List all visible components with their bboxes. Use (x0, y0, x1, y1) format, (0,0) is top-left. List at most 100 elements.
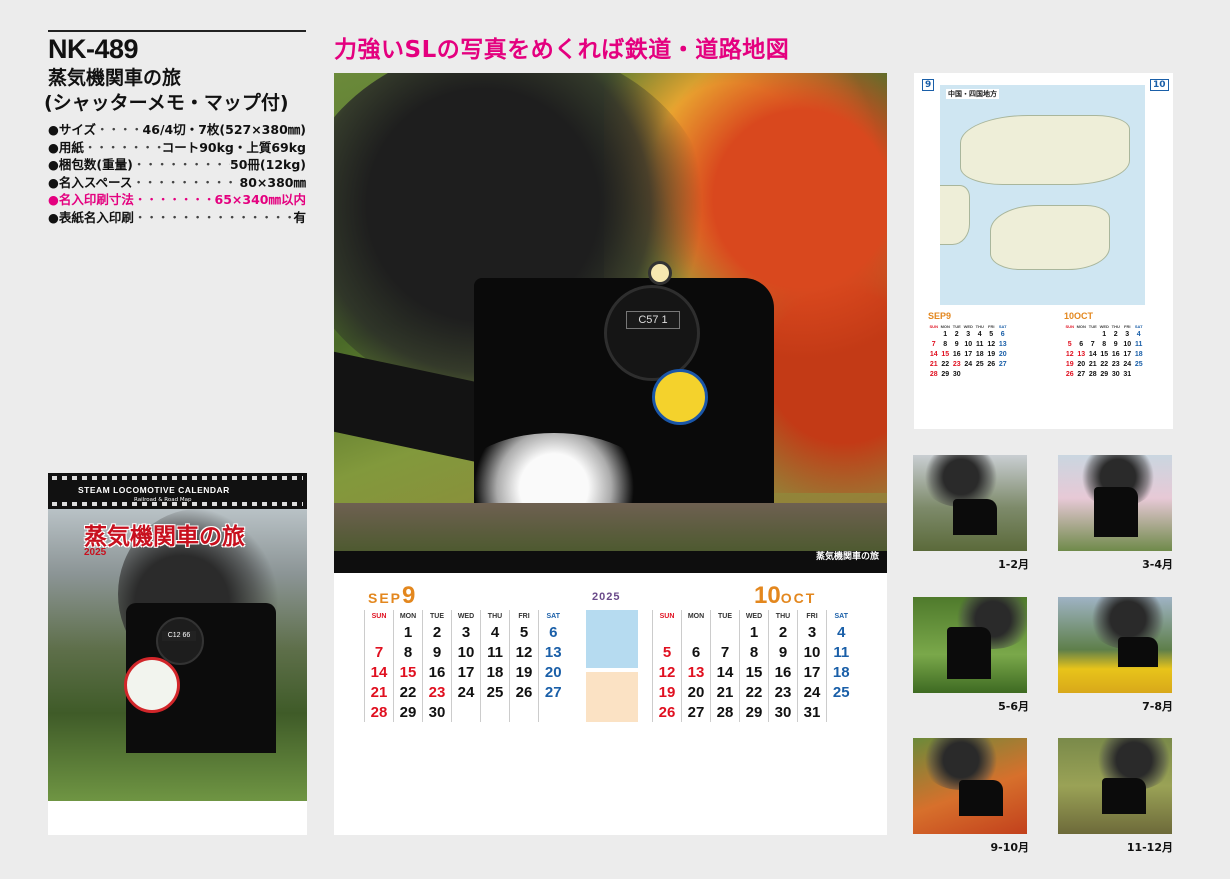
thumbnail-5-6[interactable] (913, 597, 1027, 693)
thumbnail-3-4[interactable] (1058, 455, 1172, 551)
day-cell: 30 (768, 702, 798, 722)
weekday-header: THU (480, 610, 510, 622)
film-holes-top (52, 476, 303, 480)
weekday-header: SUN (652, 610, 682, 622)
day-cell (538, 702, 568, 722)
day-cell: 22 (393, 682, 423, 702)
month-grid-oct: SUN MON TUE WED THU FRI SAT 1 2 3 4 5 6 7 8 9 10 11 12 13 1… (652, 610, 856, 722)
week-row: 123456 (364, 622, 568, 642)
spec-row-name-space: ●名入スペース・・・・・・・・・・・・・・・・・・・・・・・・80×380㎜ (48, 174, 306, 190)
main-photo: C57 1 (334, 73, 887, 551)
day-cell: 30 (422, 702, 452, 722)
map-land-shikoku (990, 205, 1110, 270)
day-cell: 7 (364, 642, 394, 662)
day-cell: 23 (768, 682, 798, 702)
weekday-header: MON (393, 610, 423, 622)
cover-boiler-front (156, 617, 204, 665)
day-cell: 2 (768, 622, 798, 642)
day-cell (480, 702, 510, 722)
cover-number-plate: C12 66 (162, 631, 196, 641)
spec-row-print-size: ●名入印刷寸法・・・・・・・・・・・・・・・・・65×340㎜以内 (48, 192, 306, 207)
weekday-header: TUE (952, 323, 961, 329)
day-cell: 16 (1111, 350, 1120, 358)
weekday-header: FRI (509, 610, 539, 622)
day-cell (710, 622, 740, 642)
day-cell: 22 (941, 360, 950, 368)
day-cell: 10 (797, 642, 827, 662)
calendar-year: 2025 (592, 591, 621, 603)
day-cell: 24 (964, 360, 973, 368)
main-calendar-sheet[interactable]: C57 1 蒸気機関車の旅 SEP9 2025 10OCT SUN MON TUE W… (334, 73, 887, 835)
day-cell: 28 (710, 702, 740, 722)
map-sheet[interactable]: 9 10 中国・四国地方 SEP9 SUN MON TUE WED THU FRI SAT 1… (914, 73, 1173, 429)
day-cell: 21 (710, 682, 740, 702)
day-cell: 5 (509, 622, 539, 642)
thumbnail-7-8[interactable] (1058, 597, 1172, 693)
day-cell: 7 (1090, 340, 1095, 348)
month-grid-sep: SUN MON TUE WED THU FRI SAT 1 2 3 4 5 6 7 8 9 10 11 12 13 1… (364, 610, 568, 722)
cover-title: 蒸気機関車の旅 (84, 523, 245, 550)
week-row: 5 6 7 8 9 10 11 (1064, 339, 1145, 349)
thumbnail-9-10[interactable] (913, 738, 1027, 834)
day-cell: 25 (480, 682, 510, 702)
day-cell: 10 (964, 340, 973, 348)
spec-row-cover-print: ●表紙名入印刷・・・・・・・・・・・・・・・・・・・・・・・・・・・・・・・・・… (48, 209, 306, 225)
day-cell: 21 (364, 682, 394, 702)
day-cell: 8 (739, 642, 769, 662)
day-cell: 17 (451, 662, 481, 682)
week-row: 14 15 16 17 18 19 20 (364, 662, 568, 682)
day-cell: 6 (681, 642, 711, 662)
day-cell: 9 (1113, 340, 1118, 348)
day-cell: 13 (998, 340, 1007, 348)
week-row: 5 6 7 8 9 10 11 (652, 642, 856, 662)
day-cell: 27 (681, 702, 711, 722)
day-cell: 6 (538, 622, 568, 642)
notes-panel (586, 610, 638, 722)
day-cell: 23 (422, 682, 452, 702)
weekday-header: SAT (998, 323, 1007, 329)
calendar-cover[interactable]: STEAM LOCOMOTIVE CALENDAR Railroad & Roa… (48, 473, 307, 835)
cover-series-title: STEAM LOCOMOTIVE CALENDAR (78, 485, 230, 495)
day-cell: 26 (652, 702, 682, 722)
day-cell: 17 (964, 350, 973, 358)
weekday-header: THU (1111, 323, 1120, 329)
day-cell: 9 (954, 340, 959, 348)
product-code: NK-489 (48, 34, 139, 64)
day-cell: 3 (797, 622, 827, 642)
thumbnail-label-5-6: 5-6月 (998, 700, 1029, 713)
day-cell: 20 (1077, 360, 1086, 368)
weekday-header: SUN (1065, 323, 1074, 329)
week-row: 1234 (1064, 329, 1145, 339)
spec-list: ●サイズ・・・・・・・・46/4切・7枚(527×380㎜) ●用紙・・・・・・… (48, 121, 306, 226)
day-cell: 25 (826, 682, 856, 702)
day-cell: 26 (509, 682, 539, 702)
product-subtitle: (シャッターメモ・マップ付) (44, 92, 289, 114)
spec-row-paper: ●用紙・・・・・・・・・・・・・・・・・・コート90kg・上質69kg (48, 139, 306, 155)
day-cell (928, 329, 940, 339)
notes-peach-box (586, 672, 638, 722)
day-cell: 14 (1088, 350, 1097, 358)
map-left-month: 9 (922, 79, 935, 91)
month-header-sep: SEP9 (368, 582, 416, 609)
weekday-header: WED (963, 323, 973, 329)
day-cell (1133, 369, 1145, 379)
spec-panel: NK-489 蒸気機関車の旅 (シャッターメモ・マップ付) ●サイズ・・・・・・… (44, 30, 306, 226)
month-header-oct: 10OCT (754, 582, 817, 609)
day-cell: 7 (710, 642, 740, 662)
day-cell (826, 702, 856, 722)
day-cell (1064, 329, 1076, 339)
day-cell: 6 (1079, 340, 1084, 348)
day-cell: 11 (976, 340, 984, 348)
day-cell: 3 (1125, 330, 1130, 338)
day-cell: 16 (768, 662, 798, 682)
day-cell: 20 (538, 662, 568, 682)
thumbnail-1-2[interactable] (913, 455, 1027, 551)
day-cell: 26 (987, 360, 996, 368)
thumbnail-11-12[interactable] (1058, 738, 1172, 834)
week-row: 21 22 23 24 25 26 27 (928, 359, 1009, 369)
product-title: 蒸気機関車の旅 (48, 67, 182, 89)
weekday-header: WED (739, 610, 769, 622)
weekday-header: WED (451, 610, 481, 622)
day-cell (364, 622, 394, 642)
week-row: 26 27 28 29 30 31 (1064, 369, 1145, 379)
